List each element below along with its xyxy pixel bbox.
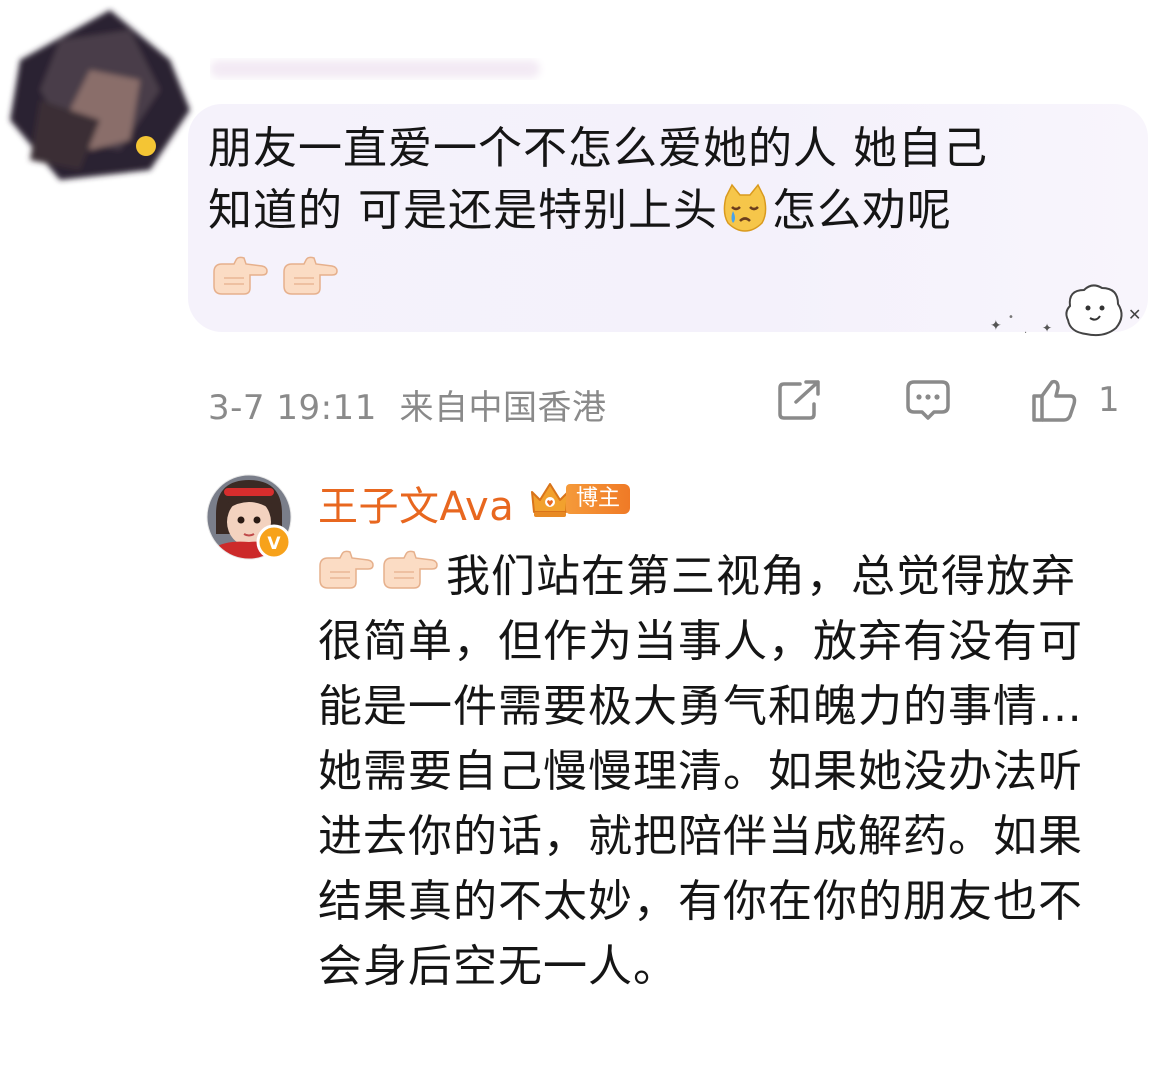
like-count: 1 xyxy=(1098,380,1120,420)
svg-text:✦: ✦ xyxy=(1042,321,1052,335)
share-icon[interactable] xyxy=(776,378,824,422)
svg-text:♥: ♥ xyxy=(546,499,553,508)
comment-location: 来自中国香港 xyxy=(399,388,607,428)
pointing-right-icon xyxy=(213,256,268,295)
comment-meta-row: 3-7 19:11 来自中国香港 1 xyxy=(208,376,1138,429)
bear-sticker-icon: ✦ • · ✦ ✕ xyxy=(990,284,1141,339)
comment-text-line1: 朋友一直爱一个不怎么爱她的人 她自己 xyxy=(208,123,988,174)
verified-badge-icon: V xyxy=(256,524,292,560)
obscured-avatar[interactable] xyxy=(0,0,200,190)
comment-meta-text: 3-7 19:11 来自中国香港 xyxy=(208,380,606,429)
reply-text: 我们站在第三视角，总觉得放弃很简单，但作为当事人，放弃有没有可能是一件需要极大勇… xyxy=(318,551,1083,992)
comment-emoji-row xyxy=(210,254,338,304)
obscured-username[interactable] xyxy=(210,52,550,86)
blogger-badge: ♥ 博主 xyxy=(528,478,631,520)
svg-text:·: · xyxy=(1024,328,1027,339)
crying-cat-emoji xyxy=(723,183,767,232)
svg-text:✕: ✕ xyxy=(1128,305,1141,324)
comment-timestamp: 3-7 19:11 xyxy=(208,388,377,428)
comment-icon[interactable] xyxy=(904,378,952,422)
verified-mark: V xyxy=(267,534,281,554)
svg-text:✦: ✦ xyxy=(990,318,1002,334)
comment-text-line2a: 知道的 可是还是特别上头 xyxy=(208,185,718,236)
comment-text-line2b: 怎么劝呢 xyxy=(772,185,952,236)
pointing-right-icon xyxy=(283,256,338,295)
like-icon[interactable] xyxy=(1030,378,1078,422)
svg-text:•: • xyxy=(1008,312,1014,323)
reply-author-name[interactable]: 王子文Ava xyxy=(318,474,514,532)
comment-text: 朋友一直爱一个不怎么爱她的人 她自己 知道的 可是还是特别上头 怎么劝呢 xyxy=(208,118,1108,242)
blogger-badge-label: 博主 xyxy=(566,484,631,514)
